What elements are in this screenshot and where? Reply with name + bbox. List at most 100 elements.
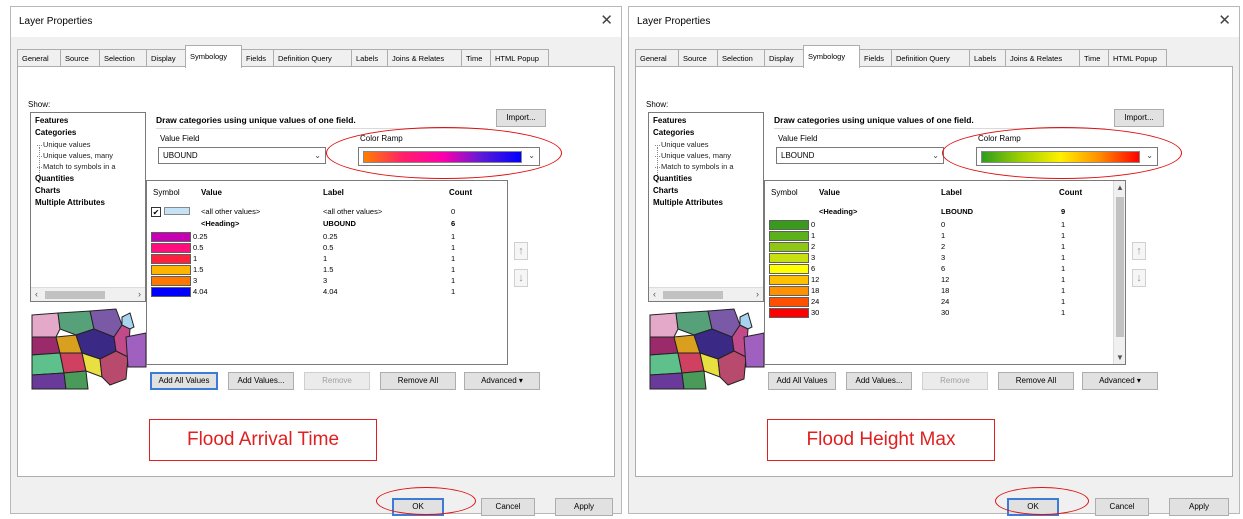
values-table[interactable]: Symbol Value Label Count <Heading> LBOUN… xyxy=(764,180,1126,365)
tab-fields[interactable]: Fields xyxy=(241,49,274,67)
tab-display[interactable]: Display xyxy=(146,49,186,67)
symbol-swatch[interactable] xyxy=(769,231,809,241)
tab-time[interactable]: Time xyxy=(461,49,491,67)
tab-symbology[interactable]: Symbology xyxy=(803,45,860,68)
remove-all-button[interactable]: Remove All xyxy=(380,372,456,390)
tab-selection[interactable]: Selection xyxy=(99,49,147,67)
scroll-thumb[interactable] xyxy=(663,291,723,299)
symbol-swatch[interactable] xyxy=(151,232,191,242)
show-list[interactable]: Features Categories Unique values Unique… xyxy=(648,112,764,302)
symbol-swatch[interactable] xyxy=(151,287,191,297)
apply-button[interactable]: Apply xyxy=(555,498,613,516)
tab-html-popup[interactable]: HTML Popup xyxy=(1108,49,1167,67)
symbol-swatch[interactable] xyxy=(769,275,809,285)
show-item-categories[interactable]: Categories xyxy=(653,128,694,137)
column-header-count[interactable]: Count xyxy=(449,188,472,197)
add-all-values-button[interactable]: Add All Values xyxy=(150,372,218,390)
symbol-swatch[interactable] xyxy=(769,286,809,296)
tab-time[interactable]: Time xyxy=(1079,49,1109,67)
table-row[interactable]: 1 1 1 xyxy=(765,231,1125,241)
table-row[interactable]: 12 12 1 xyxy=(765,275,1125,285)
table-row[interactable]: 24 24 1 xyxy=(765,297,1125,307)
tab-labels[interactable]: Labels xyxy=(351,49,388,67)
import-button[interactable]: Import... xyxy=(496,109,546,127)
add-all-values-button[interactable]: Add All Values xyxy=(768,372,836,390)
show-item-unique-values-many[interactable]: Unique values, many xyxy=(36,151,113,160)
symbol-swatch[interactable] xyxy=(769,253,809,263)
close-icon[interactable]: ✕ xyxy=(1218,11,1231,31)
tab-symbology[interactable]: Symbology xyxy=(185,45,242,68)
table-row[interactable]: 0.25 0.25 1 xyxy=(147,232,507,242)
tab-source[interactable]: Source xyxy=(60,49,100,67)
column-header-label[interactable]: Label xyxy=(941,188,962,197)
show-item-categories[interactable]: Categories xyxy=(35,128,76,137)
scroll-thumb[interactable] xyxy=(1116,197,1124,337)
remove-button[interactable]: Remove xyxy=(304,372,370,390)
table-row[interactable]: 18 18 1 xyxy=(765,286,1125,296)
show-list[interactable]: Features Categories Unique values Unique… xyxy=(30,112,146,302)
vertical-scrollbar[interactable]: ▲ ▼ xyxy=(1113,181,1125,364)
show-item-features[interactable]: Features xyxy=(653,116,686,125)
table-row[interactable]: 0.5 0.5 1 xyxy=(147,243,507,253)
value-field-select[interactable]: LBOUND ⌄ xyxy=(776,147,944,164)
show-item-unique-values-many[interactable]: Unique values, many xyxy=(654,151,731,160)
table-row[interactable]: 2 2 1 xyxy=(765,242,1125,252)
show-item-match-to-symbols[interactable]: Match to symbols in a xyxy=(37,162,116,171)
scroll-right-icon[interactable]: › xyxy=(756,289,759,299)
column-header-symbol[interactable]: Symbol xyxy=(153,188,180,197)
scroll-up-icon[interactable]: ▲ xyxy=(1116,183,1124,192)
remove-button[interactable]: Remove xyxy=(922,372,988,390)
symbol-swatch[interactable] xyxy=(151,276,191,286)
symbol-swatch[interactable] xyxy=(769,220,809,230)
table-row[interactable]: 6 6 1 xyxy=(765,264,1125,274)
show-item-charts[interactable]: Charts xyxy=(653,186,678,195)
cancel-button[interactable]: Cancel xyxy=(1095,498,1149,516)
import-button[interactable]: Import... xyxy=(1114,109,1164,127)
show-item-match-to-symbols[interactable]: Match to symbols in a xyxy=(655,162,734,171)
scroll-right-icon[interactable]: › xyxy=(138,289,141,299)
table-row-heading[interactable]: <Heading> UBOUND 6 xyxy=(147,219,507,229)
symbol-swatch[interactable] xyxy=(769,297,809,307)
tab-display[interactable]: Display xyxy=(764,49,804,67)
column-header-symbol[interactable]: Symbol xyxy=(771,188,798,197)
move-up-button[interactable]: ↑ xyxy=(1132,242,1146,260)
tab-selection[interactable]: Selection xyxy=(717,49,765,67)
show-item-multiple-attributes[interactable]: Multiple Attributes xyxy=(35,198,105,207)
table-row[interactable]: 1.5 1.5 1 xyxy=(147,265,507,275)
tab-general[interactable]: General xyxy=(635,49,679,67)
checkbox-all-other-values[interactable]: ✔ xyxy=(151,207,161,217)
symbol-swatch[interactable] xyxy=(769,308,809,318)
table-row-all-other-values[interactable]: ✔ <all other values> <all other values> … xyxy=(147,207,507,217)
symbol-swatch[interactable] xyxy=(769,242,809,252)
table-row-heading[interactable]: <Heading> LBOUND 9 xyxy=(765,207,1125,217)
table-row[interactable]: 0 0 1 xyxy=(765,220,1125,230)
tab-fields[interactable]: Fields xyxy=(859,49,892,67)
advanced-button[interactable]: Advanced ▾ xyxy=(464,372,540,390)
column-header-count[interactable]: Count xyxy=(1059,188,1082,197)
tab-joins-relates[interactable]: Joins & Relates xyxy=(387,49,462,67)
tab-general[interactable]: General xyxy=(17,49,61,67)
table-row[interactable]: 3 3 1 xyxy=(765,253,1125,263)
add-values-button[interactable]: Add Values... xyxy=(846,372,912,390)
show-item-unique-values[interactable]: Unique values xyxy=(37,140,91,149)
tab-definition-query[interactable]: Definition Query xyxy=(891,49,970,67)
show-item-unique-values[interactable]: Unique values xyxy=(655,140,709,149)
advanced-button[interactable]: Advanced ▾ xyxy=(1082,372,1158,390)
scroll-down-icon[interactable]: ▼ xyxy=(1116,353,1124,362)
close-icon[interactable]: ✕ xyxy=(600,11,613,31)
show-item-quantities[interactable]: Quantities xyxy=(653,174,692,183)
move-down-button[interactable]: ↓ xyxy=(514,269,528,287)
horizontal-scrollbar[interactable]: ‹ › xyxy=(649,287,763,301)
tab-definition-query[interactable]: Definition Query xyxy=(273,49,352,67)
column-header-value[interactable]: Value xyxy=(201,188,222,197)
column-header-label[interactable]: Label xyxy=(323,188,344,197)
symbol-swatch[interactable] xyxy=(151,254,191,264)
apply-button[interactable]: Apply xyxy=(1169,498,1229,516)
table-row[interactable]: 4.04 4.04 1 xyxy=(147,287,507,297)
value-field-select[interactable]: UBOUND ⌄ xyxy=(158,147,326,164)
cancel-button[interactable]: Cancel xyxy=(481,498,535,516)
all-other-values-swatch[interactable] xyxy=(164,207,190,215)
tab-source[interactable]: Source xyxy=(678,49,718,67)
column-header-value[interactable]: Value xyxy=(819,188,840,197)
scroll-left-icon[interactable]: ‹ xyxy=(35,289,38,299)
